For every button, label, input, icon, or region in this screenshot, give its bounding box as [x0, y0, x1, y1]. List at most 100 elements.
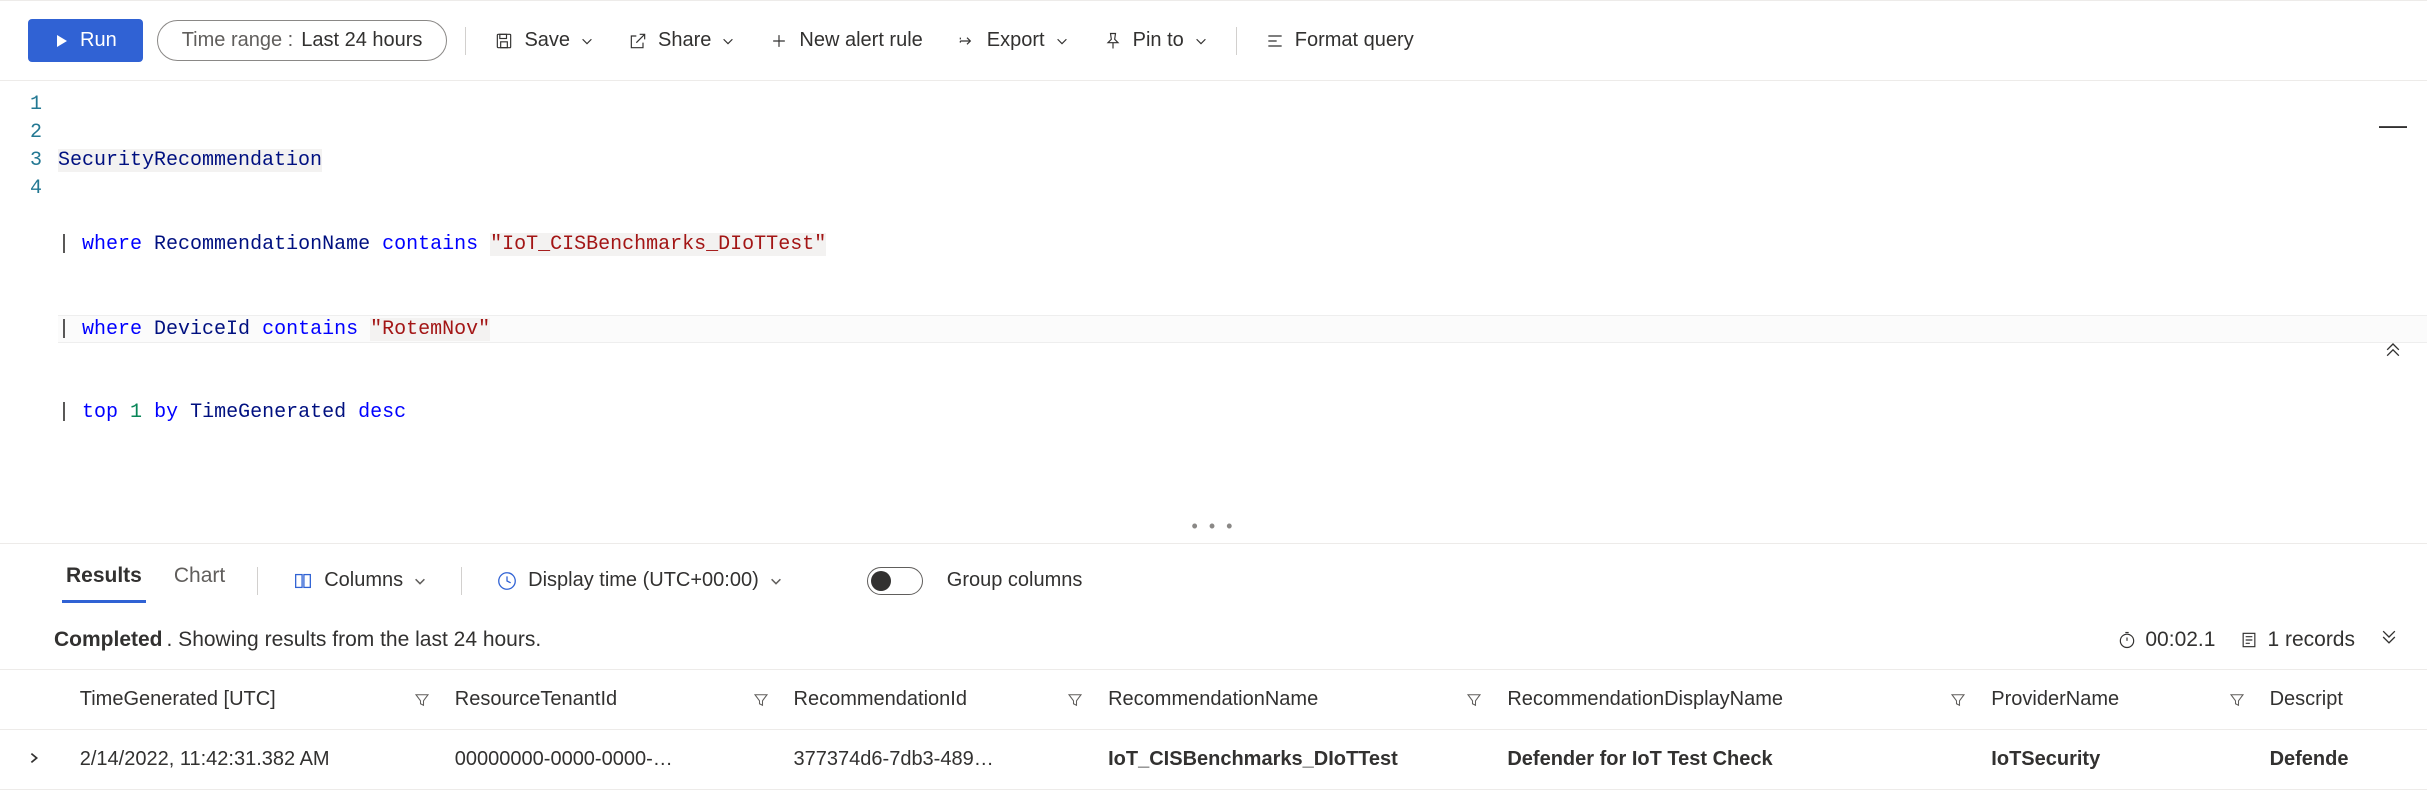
- code-kw: desc: [358, 401, 406, 424]
- chevron-down-icon: [721, 34, 735, 48]
- format-icon: [1265, 31, 1285, 51]
- display-time-button[interactable]: Display time (UTC+00:00): [490, 568, 789, 593]
- col-header-provider[interactable]: ProviderName: [1979, 670, 2257, 730]
- table-row[interactable]: 2/14/2022, 11:42:31.382 AM 00000000-0000…: [0, 730, 2427, 790]
- collapse-editor-icon[interactable]: —: [2379, 111, 2407, 139]
- code-area[interactable]: SecurityRecommendation | where Recommend…: [58, 91, 2427, 483]
- tab-results[interactable]: Results: [62, 558, 146, 603]
- query-toolbar: Run Time range : Last 24 hours Save Shar…: [0, 0, 2427, 81]
- query-editor[interactable]: 1234 SecurityRecommendation | where Reco…: [0, 81, 2427, 543]
- records-icon: [2239, 630, 2259, 650]
- header-label: ResourceTenantId: [455, 688, 617, 711]
- export-icon: [957, 31, 977, 51]
- expand-down-icon[interactable]: [2379, 627, 2399, 653]
- code-op: contains: [262, 318, 358, 341]
- save-label: Save: [524, 29, 570, 52]
- share-label: Share: [658, 29, 711, 52]
- play-icon: [54, 33, 70, 49]
- filter-icon[interactable]: [1465, 691, 1483, 709]
- share-button[interactable]: Share: [618, 23, 745, 58]
- status-completed: Completed: [54, 628, 163, 652]
- col-header-desc[interactable]: Descript: [2258, 670, 2427, 730]
- pin-button[interactable]: Pin to: [1093, 23, 1218, 58]
- code-col: TimeGenerated: [190, 401, 346, 424]
- header-label: Descript: [2270, 688, 2343, 711]
- cell-dispname: Defender for IoT Test Check: [1495, 730, 1979, 790]
- pin-label: Pin to: [1133, 29, 1184, 52]
- columns-icon: [292, 570, 314, 592]
- line-gutter: 1234: [0, 91, 58, 483]
- display-time-label: Display time (UTC+00:00): [528, 569, 759, 592]
- cell-tenant: 00000000-0000-0000-…: [443, 730, 782, 790]
- new-alert-button[interactable]: New alert rule: [759, 23, 932, 58]
- chevron-down-icon: [769, 574, 783, 588]
- export-button[interactable]: Export: [947, 23, 1079, 58]
- records-value: 1 records: [2267, 628, 2355, 652]
- columns-button[interactable]: Columns: [286, 568, 433, 593]
- code-kw: where: [82, 233, 142, 256]
- expand-up-icon[interactable]: [2383, 339, 2403, 362]
- cell-time: 2/14/2022, 11:42:31.382 AM: [68, 730, 443, 790]
- code-table: SecurityRecommendation: [58, 149, 322, 172]
- columns-label: Columns: [324, 569, 403, 592]
- header-label: ProviderName: [1991, 688, 2119, 711]
- plus-icon: [769, 31, 789, 51]
- format-label: Format query: [1295, 29, 1414, 52]
- chevron-down-icon: [580, 34, 594, 48]
- header-label: RecommendationName: [1108, 688, 1318, 711]
- run-label: Run: [80, 29, 117, 52]
- filter-icon[interactable]: [2228, 691, 2246, 709]
- divider: [257, 567, 258, 595]
- tab-chart[interactable]: Chart: [170, 558, 229, 603]
- save-icon: [494, 31, 514, 51]
- status-bar: Completed . Showing results from the las…: [0, 611, 2427, 669]
- divider: [461, 567, 462, 595]
- results-table-wrap: TimeGenerated [UTC] ResourceTenantId Rec…: [0, 669, 2427, 790]
- share-icon: [628, 31, 648, 51]
- cell-recid: 377374d6-7db3-489…: [782, 730, 1097, 790]
- code-kw: top: [82, 401, 118, 424]
- chevron-down-icon: [413, 574, 427, 588]
- header-label: RecommendationDisplayName: [1507, 688, 1783, 711]
- toggle-knob: [871, 571, 891, 591]
- code-num: 1: [130, 401, 142, 424]
- results-table: TimeGenerated [UTC] ResourceTenantId Rec…: [0, 670, 2427, 790]
- format-query-button[interactable]: Format query: [1255, 23, 1424, 58]
- status-text: . Showing results from the last 24 hours…: [167, 628, 542, 652]
- chevron-down-icon: [1194, 34, 1208, 48]
- filter-icon[interactable]: [1949, 691, 1967, 709]
- col-header-recname[interactable]: RecommendationName: [1096, 670, 1495, 730]
- clock-icon: [496, 570, 518, 592]
- group-columns-toggle[interactable]: [867, 567, 923, 595]
- code-col: RecommendationName: [154, 233, 370, 256]
- col-header-dispname[interactable]: RecommendationDisplayName: [1495, 670, 1979, 730]
- row-expander[interactable]: [0, 730, 68, 790]
- chevron-down-icon: [1055, 34, 1069, 48]
- col-header-time[interactable]: TimeGenerated [UTC]: [68, 670, 443, 730]
- cell-desc: Defende: [2258, 730, 2427, 790]
- time-range-prefix: Time range :: [182, 29, 294, 52]
- header-label: RecommendationId: [794, 688, 967, 711]
- time-range-value: Last 24 hours: [301, 29, 422, 52]
- new-alert-label: New alert rule: [799, 29, 922, 52]
- code-kw: by: [154, 401, 178, 424]
- resize-handle[interactable]: • • •: [1192, 516, 1236, 537]
- table-header-row: TimeGenerated [UTC] ResourceTenantId Rec…: [0, 670, 2427, 730]
- divider: [1236, 27, 1237, 55]
- results-toolbar: Results Chart Columns Display time (UTC+…: [0, 543, 2427, 611]
- col-header-tenant[interactable]: ResourceTenantId: [443, 670, 782, 730]
- code-col: DeviceId: [154, 318, 250, 341]
- col-header-recid[interactable]: RecommendationId: [782, 670, 1097, 730]
- filter-icon[interactable]: [1066, 691, 1084, 709]
- stopwatch-icon: [2117, 630, 2137, 650]
- run-button[interactable]: Run: [28, 19, 143, 62]
- query-duration: 00:02.1: [2117, 628, 2215, 652]
- filter-icon[interactable]: [752, 691, 770, 709]
- group-columns-label: Group columns: [947, 569, 1083, 592]
- time-range-selector[interactable]: Time range : Last 24 hours: [157, 20, 448, 61]
- divider: [465, 27, 466, 55]
- filter-icon[interactable]: [413, 691, 431, 709]
- save-button[interactable]: Save: [484, 23, 604, 58]
- record-count: 1 records: [2239, 628, 2355, 652]
- header-label: TimeGenerated [UTC]: [80, 688, 276, 711]
